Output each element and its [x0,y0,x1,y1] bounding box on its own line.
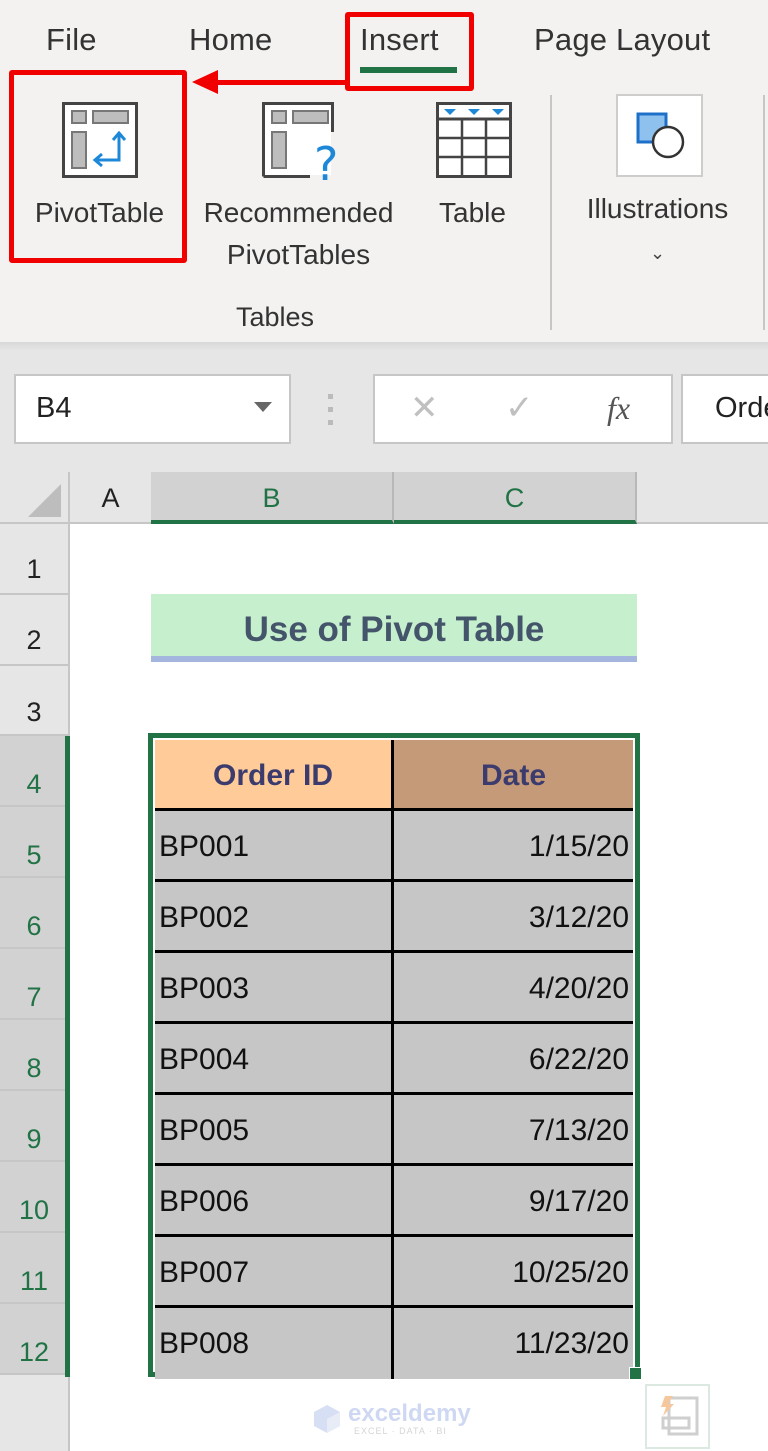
table-header-row: Order ID Date [155,740,633,811]
chevron-down-icon: ⌄ [649,243,666,263]
table-icon [436,102,512,190]
table-row: BP003 4/20/20 [155,950,633,1024]
recommended-label-line2: PivotTables [226,239,371,270]
row-header-6[interactable]: 6 [0,878,68,949]
order-id-cell[interactable]: BP004 [155,1024,394,1095]
formula-buttons: ✕ ✓ fx [373,374,673,444]
recommended-pivottables-button[interactable]: ? Recommended PivotTables [186,96,411,286]
table-row: BP001 1/15/20 [155,808,633,882]
name-box-value: B4 [36,392,72,424]
table-row: BP002 3/12/20 [155,879,633,953]
date-cell[interactable]: 9/17/20 [394,1166,633,1237]
tables-group-label: Tables [235,302,315,332]
cancel-icon[interactable]: ✕ [410,388,439,428]
shapes-icon [636,112,686,174]
date-cell[interactable]: 4/20/20 [394,953,633,1024]
fill-handle[interactable] [629,1367,642,1380]
formula-bar: B4 ✕ ✓ fx Order ID [0,350,768,472]
table-row: BP007 10/25/20 [155,1234,633,1308]
table-row: BP008 11/23/20 [155,1305,633,1379]
date-cell[interactable]: 6/22/20 [394,1024,633,1095]
watermark-name: exceldemy [348,1400,471,1427]
table-button[interactable]: Table [430,96,515,256]
column-header-c[interactable]: C [394,472,637,524]
watermark-tagline: EXCEL · DATA · BI [354,1426,447,1436]
illustrations-label: Illustrations [586,193,729,224]
order-id-cell[interactable]: BP007 [155,1237,394,1308]
column-headers: A B C [0,472,768,524]
name-box[interactable]: B4 [14,374,291,444]
sheet-title[interactable]: Use of Pivot Table [151,594,637,662]
tab-file[interactable]: File [46,22,97,58]
row-headers: 1 2 3 4 5 6 7 8 9 10 11 12 [0,524,70,1451]
select-all-icon [28,484,61,517]
header-order-id[interactable]: Order ID [155,740,394,811]
order-id-cell[interactable]: BP005 [155,1095,394,1166]
column-header-a[interactable]: A [70,472,151,524]
recommended-pivot-tables-icon: ? [262,102,342,198]
date-cell[interactable]: 3/12/20 [394,882,633,953]
date-cell[interactable]: 11/23/20 [394,1308,633,1379]
illustrations-button[interactable]: Illustrations ⌄ [565,92,750,272]
tab-page-layout[interactable]: Page Layout [534,22,710,58]
order-id-cell[interactable]: BP008 [155,1308,394,1379]
row-header-7[interactable]: 7 [0,949,68,1020]
insert-function-icon[interactable]: fx [607,390,630,427]
group-divider [763,95,765,330]
quick-analysis-icon [655,1394,701,1445]
name-box-dropdown-icon[interactable] [254,402,272,412]
ribbon: File Home Insert Page Layout PivotTable [0,0,768,345]
table-label: Table [439,197,506,228]
exceldemy-logo-icon [312,1404,342,1439]
annotation-arrow [214,80,349,85]
row-header-12[interactable]: 12 [0,1304,68,1375]
tab-home[interactable]: Home [189,22,273,58]
recommended-pivottables-label: Recommended PivotTables [186,192,411,276]
row-header-4[interactable]: 4 [0,736,68,807]
table-row: BP006 9/17/20 [155,1163,633,1237]
row-header-9[interactable]: 9 [0,1091,68,1162]
date-cell[interactable]: 1/15/20 [394,811,633,882]
pivottable-highlight [9,70,187,263]
group-divider [550,95,552,330]
row-header-10[interactable]: 10 [0,1162,68,1233]
svg-text:?: ? [314,137,338,186]
header-date[interactable]: Date [394,740,633,811]
illustrations-icon-box [616,94,703,177]
insert-tab-highlight [345,12,474,91]
date-cell[interactable]: 10/25/20 [394,1237,633,1308]
formula-input-value: Order ID [715,392,768,424]
date-cell[interactable]: 7/13/20 [394,1095,633,1166]
select-all-button[interactable] [0,472,70,524]
row-header-8[interactable]: 8 [0,1020,68,1091]
order-id-cell[interactable]: BP002 [155,882,394,953]
row-header-3[interactable]: 3 [0,666,68,736]
row-header-1[interactable]: 1 [0,524,68,595]
formula-input[interactable]: Order ID [681,374,768,444]
exceldemy-watermark: exceldemy EXCEL · DATA · BI [312,1400,471,1440]
recommended-label-line1: Recommended [203,197,394,228]
order-id-cell[interactable]: BP006 [155,1166,394,1237]
quick-analysis-button[interactable] [645,1384,710,1449]
table-row: BP004 6/22/20 [155,1021,633,1095]
table-row: BP005 7/13/20 [155,1092,633,1166]
drag-handle-icon[interactable] [328,394,333,428]
column-header-b[interactable]: B [151,472,394,524]
row-header-2[interactable]: 2 [0,595,68,666]
arrow-left-icon [192,70,218,94]
order-id-cell[interactable]: BP001 [155,811,394,882]
row-selection-indicator [65,736,70,1377]
order-id-cell[interactable]: BP003 [155,953,394,1024]
row-header-11[interactable]: 11 [0,1233,68,1304]
row-header-5[interactable]: 5 [0,807,68,878]
enter-icon[interactable]: ✓ [505,388,534,428]
